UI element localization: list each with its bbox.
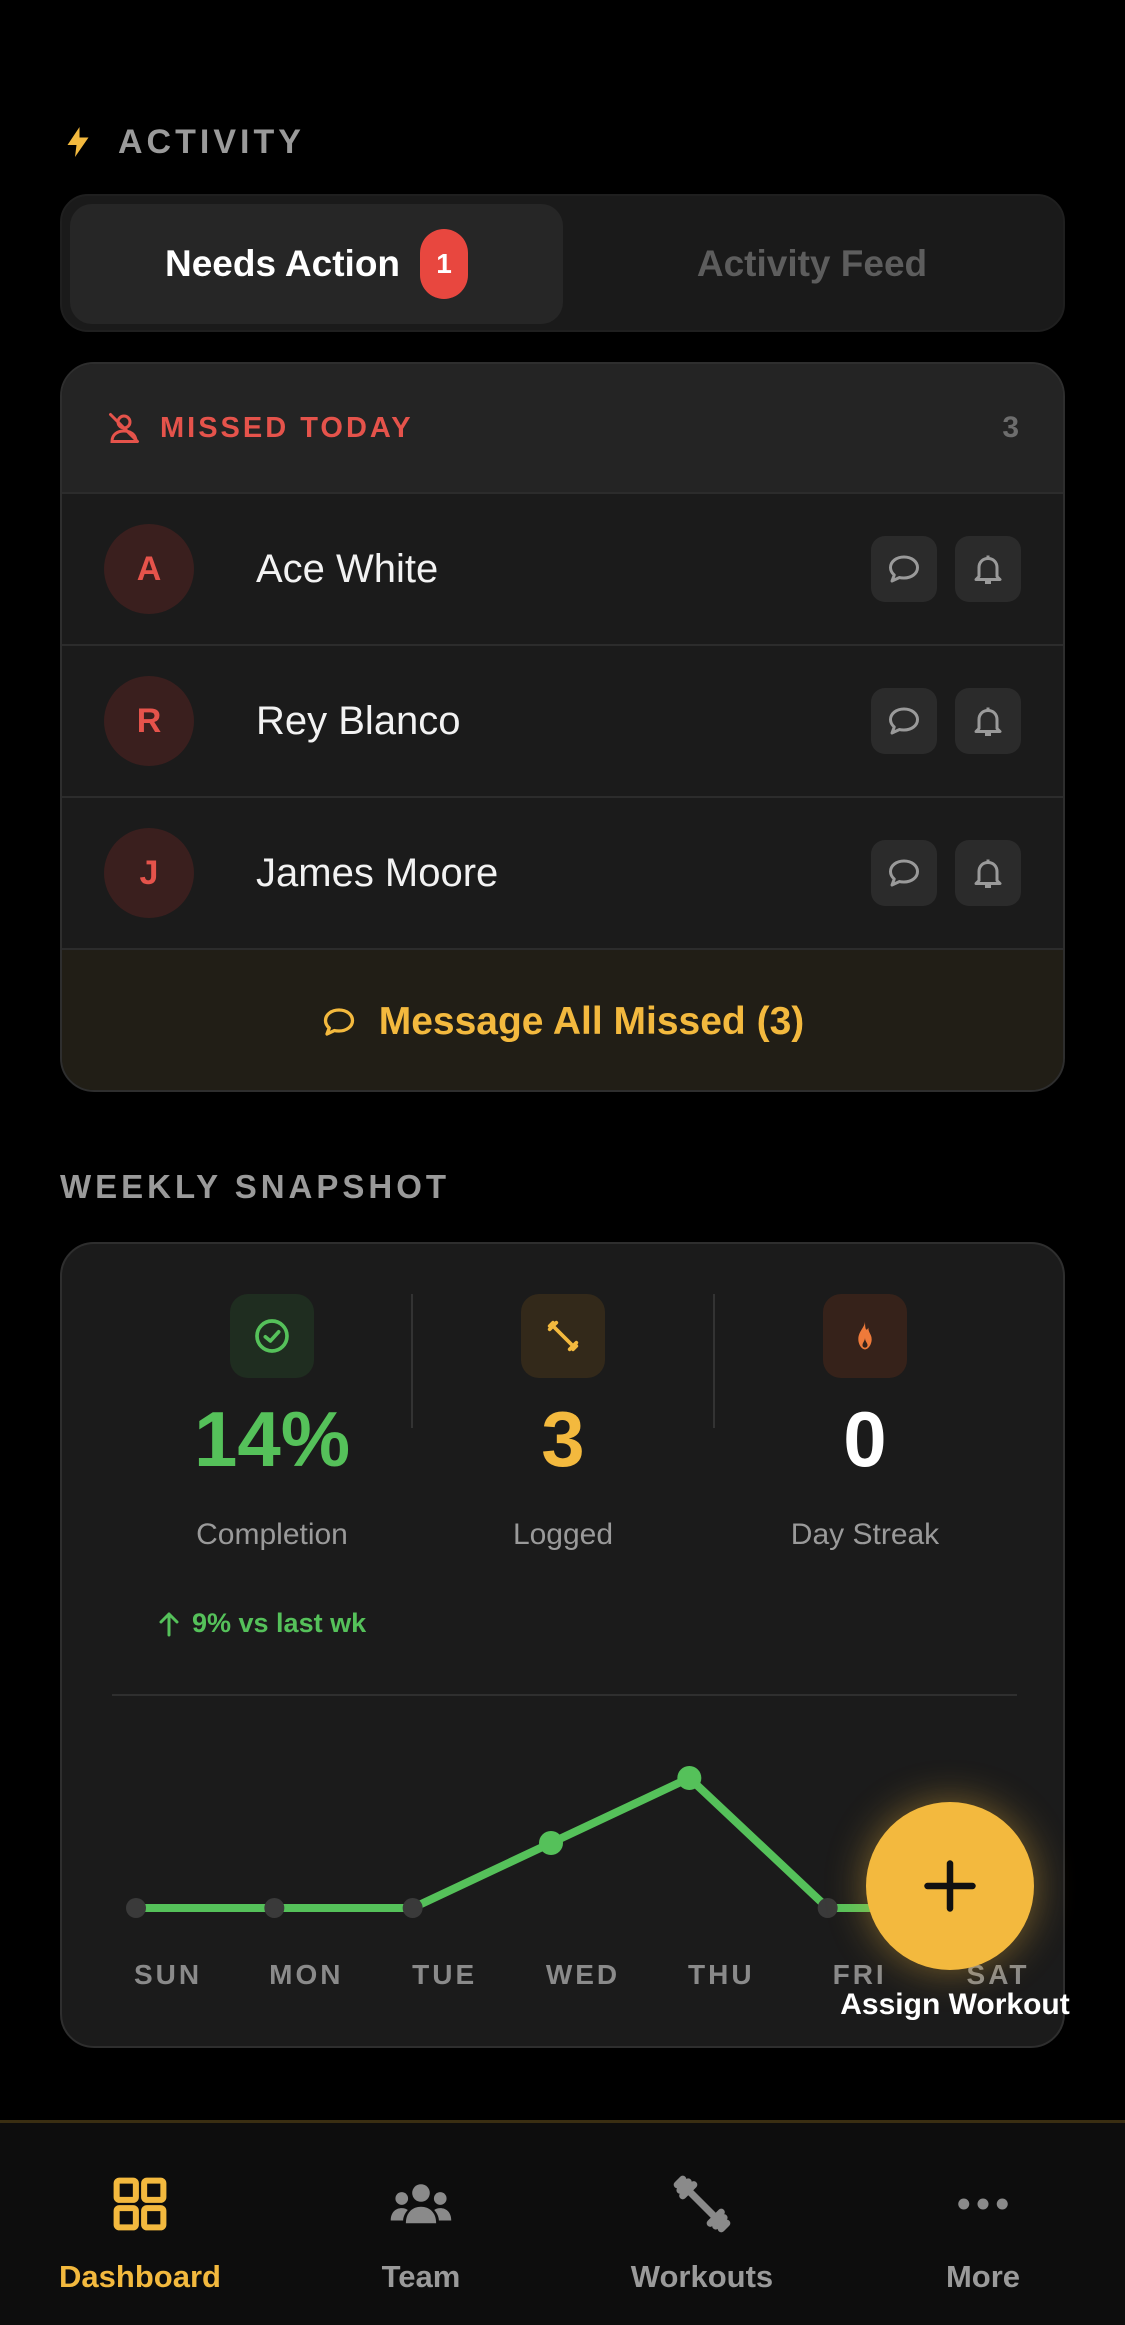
row-actions bbox=[871, 688, 1021, 754]
avatar: R bbox=[104, 676, 194, 766]
bolt-icon bbox=[67, 127, 89, 157]
chart-point bbox=[264, 1898, 285, 1918]
missed-row[interactable]: J James Moore bbox=[62, 796, 1063, 948]
chart-point bbox=[539, 1831, 563, 1855]
nav-more[interactable]: More bbox=[843, 2171, 1123, 2295]
tab-activity-feed-label: Activity Feed bbox=[696, 243, 928, 284]
nav-workouts[interactable]: Workouts bbox=[562, 2171, 842, 2295]
person-name: James Moore bbox=[256, 850, 499, 895]
assign-workout-button[interactable] bbox=[866, 1802, 1034, 1970]
message-button[interactable] bbox=[871, 840, 937, 906]
weekly-snapshot-title: WEEKLY SNAPSHOT bbox=[60, 1168, 451, 1205]
chart-point bbox=[126, 1898, 146, 1918]
remind-button[interactable] bbox=[955, 688, 1021, 754]
chart-point bbox=[677, 1766, 702, 1790]
chart-day-label: MON bbox=[269, 1959, 343, 1990]
message-button[interactable] bbox=[871, 688, 937, 754]
tab-activity-feed[interactable]: Activity Feed bbox=[565, 204, 1059, 324]
nav-dashboard[interactable]: Dashboard bbox=[0, 2171, 280, 2295]
activity-title: ACTIVITY bbox=[118, 122, 305, 161]
remind-button[interactable] bbox=[955, 840, 1021, 906]
chat-bubble-icon bbox=[889, 555, 919, 583]
tab-needs-action[interactable]: Needs Action 1 bbox=[70, 204, 563, 324]
row-actions bbox=[871, 536, 1021, 602]
chat-bubble-icon bbox=[889, 859, 919, 887]
chart-day-label: TUE bbox=[412, 1959, 477, 1990]
nav-team[interactable]: Team bbox=[281, 2171, 561, 2295]
person-name: Rey Blanco bbox=[256, 698, 461, 743]
bell-icon bbox=[974, 555, 1002, 584]
user-off-icon bbox=[109, 413, 139, 443]
chart-day-label: SUN bbox=[134, 1959, 202, 1990]
missed-today-card: MISSED TODAY 3 A Ace White R Rey Blanco … bbox=[60, 362, 1065, 1092]
more-icon bbox=[958, 2198, 1008, 2210]
chart-day-label: WED bbox=[546, 1959, 620, 1990]
bell-icon bbox=[974, 859, 1002, 888]
nav-team-label: Team bbox=[381, 2259, 461, 2294]
chart-point bbox=[817, 1898, 838, 1918]
nav-dashboard-label: Dashboard bbox=[59, 2259, 221, 2294]
assign-workout-label: Assign Workout bbox=[840, 1988, 1070, 2021]
activity-header: ACTIVITY bbox=[60, 118, 305, 166]
plus-icon bbox=[924, 1860, 976, 1912]
chart-day-label: THU bbox=[688, 1959, 755, 1990]
chat-bubble-icon bbox=[889, 707, 919, 735]
missed-row[interactable]: R Rey Blanco bbox=[62, 644, 1063, 796]
avatar: A bbox=[104, 524, 194, 614]
remind-button[interactable] bbox=[955, 536, 1021, 602]
message-all-missed-button[interactable]: Message All Missed (3) bbox=[62, 948, 1063, 1090]
person-name: Ace White bbox=[256, 546, 439, 591]
row-actions bbox=[871, 840, 1021, 906]
grid-icon bbox=[113, 2177, 167, 2231]
missed-today-header: MISSED TODAY 3 bbox=[62, 364, 1063, 492]
chart-point bbox=[402, 1898, 423, 1918]
chat-bubble-icon bbox=[323, 1008, 354, 1036]
missed-today-count: 3 bbox=[1002, 411, 1019, 444]
dumbbell-icon bbox=[673, 2175, 731, 2233]
bell-icon bbox=[974, 707, 1002, 736]
nav-workouts-label: Workouts bbox=[630, 2259, 774, 2294]
missed-row[interactable]: A Ace White bbox=[62, 492, 1063, 644]
avatar: J bbox=[104, 828, 194, 918]
activity-tabs: Needs Action 1 Activity Feed bbox=[60, 194, 1065, 332]
tab-needs-action-label: Needs Action bbox=[164, 243, 401, 284]
nav-more-label: More bbox=[945, 2259, 1021, 2294]
bottom-nav: Dashboard Team Workouts More bbox=[0, 2120, 1125, 2325]
chart-day-label: FRI bbox=[833, 1959, 887, 1990]
missed-today-title: MISSED TODAY bbox=[160, 411, 414, 444]
team-icon bbox=[390, 2184, 452, 2224]
needs-action-badge: 1 bbox=[420, 229, 469, 299]
message-all-missed-label: Message All Missed (3) bbox=[378, 1000, 805, 1043]
message-button[interactable] bbox=[871, 536, 937, 602]
